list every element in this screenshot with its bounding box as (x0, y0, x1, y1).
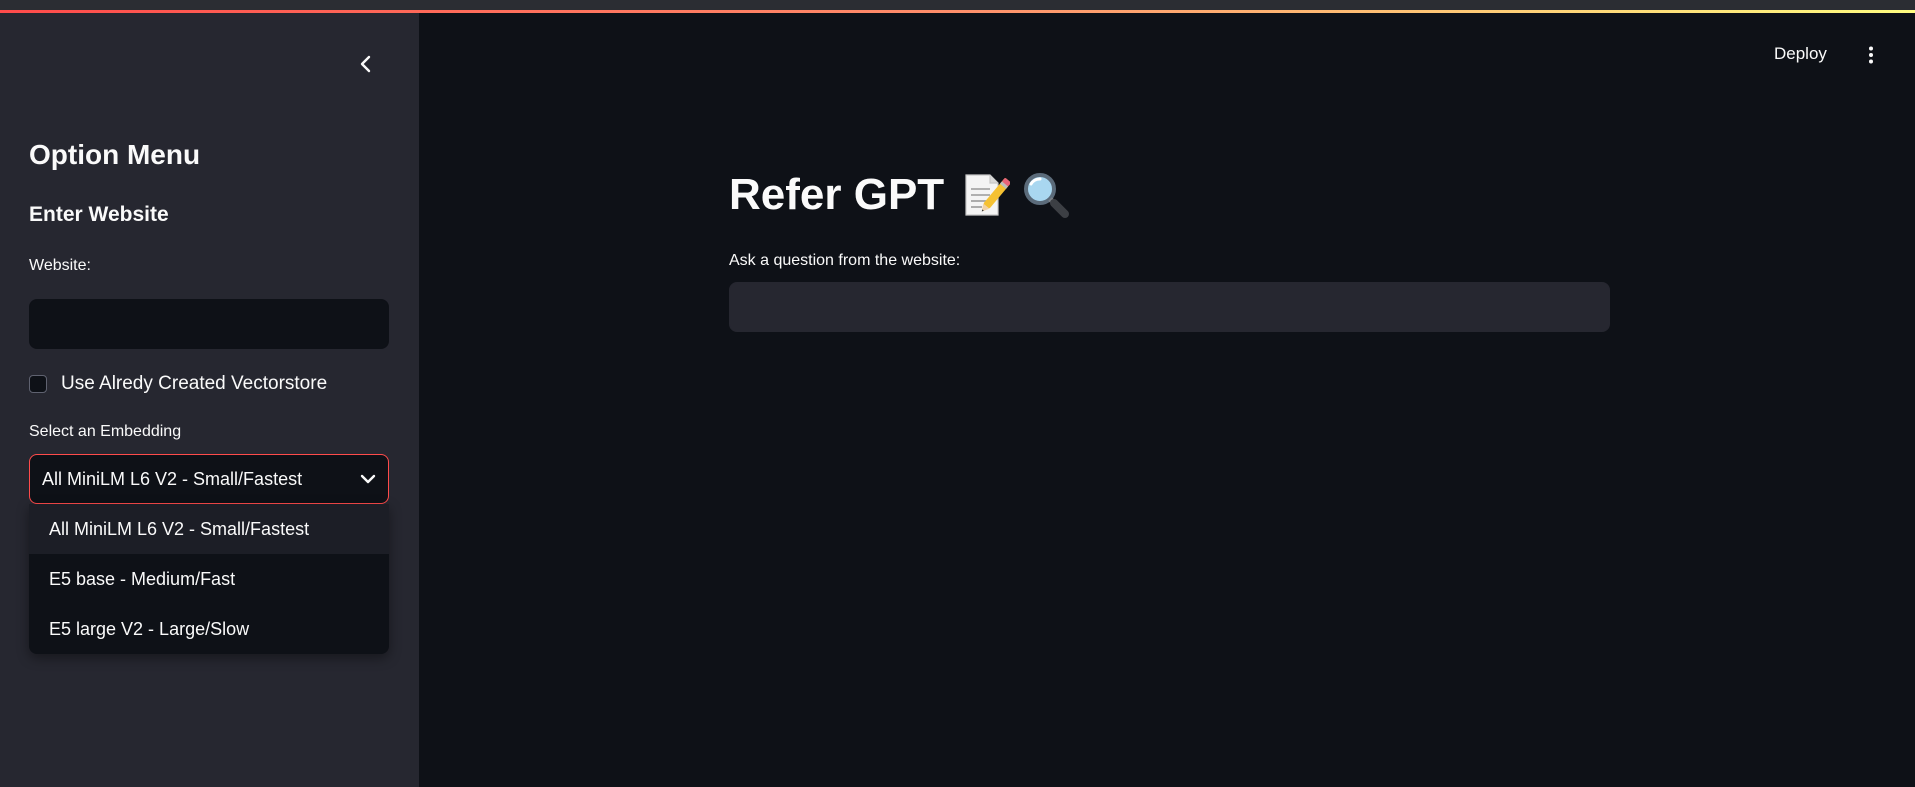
sidebar-title: Option Menu (29, 139, 201, 170)
question-input[interactable] (729, 282, 1610, 332)
embedding-select-label: Select an Embedding (29, 423, 182, 440)
website-input[interactable] (29, 299, 389, 349)
page-title: Refer GPT (729, 170, 1072, 220)
question-label: Ask a question from the website: (729, 252, 961, 269)
magnifier-icon (1024, 173, 1070, 218)
page-title-text: Refer GPT (729, 170, 945, 219)
dropdown-option[interactable]: All MiniLM L6 V2 - Small/Fastest (29, 504, 389, 554)
checkbox-label: Use Alredy Created Vectorstore (61, 373, 328, 394)
memo-icon (965, 174, 1011, 216)
website-label: Website: (29, 257, 91, 274)
vectorstore-checkbox[interactable]: Use Alredy Created Vectorstore (29, 373, 327, 395)
title-icons (960, 170, 1072, 220)
deploy-button[interactable]: Deploy (1774, 44, 1827, 64)
top-header-bar (0, 0, 1915, 13)
embedding-dropdown-menu: All MiniLM L6 V2 - Small/Fastest E5 base… (29, 504, 389, 654)
dropdown-option[interactable]: E5 base - Medium/Fast (29, 554, 389, 604)
embedding-select[interactable]: All MiniLM L6 V2 - Small/Fastest (29, 454, 389, 504)
sidebar-subtitle: Enter Website (29, 203, 169, 226)
more-vertical-icon (1869, 46, 1873, 64)
embedding-select-value: All MiniLM L6 V2 - Small/Fastest (42, 468, 303, 489)
chevron-down-icon (360, 474, 376, 484)
dropdown-option[interactable]: E5 large V2 - Large/Slow (29, 604, 389, 654)
collapse-sidebar-button[interactable] (352, 50, 380, 78)
chevron-left-icon (360, 55, 371, 73)
checkbox-box[interactable] (29, 375, 47, 393)
main-menu-button[interactable] (1858, 42, 1884, 68)
sidebar: Option Menu Enter Website Website: Use A… (0, 13, 419, 787)
